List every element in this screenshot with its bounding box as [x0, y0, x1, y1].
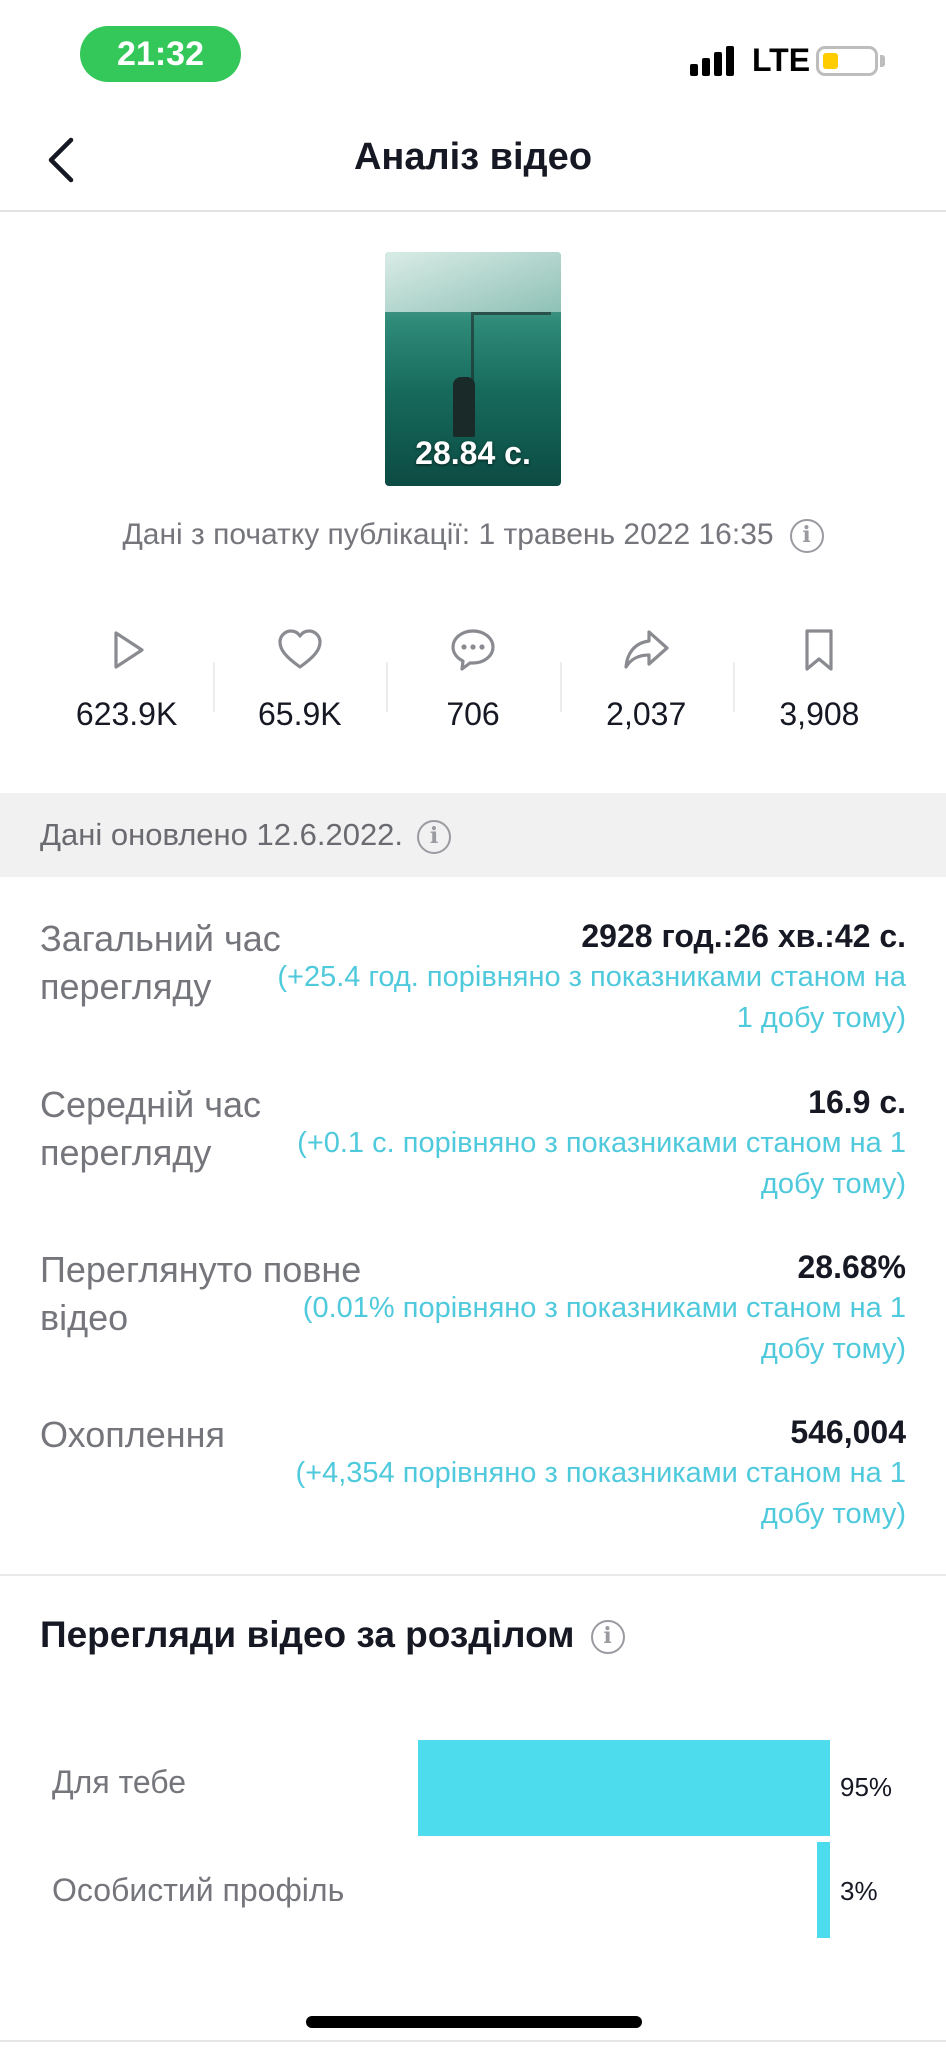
- section-title-text: Перегляди відео за розділом: [40, 1614, 575, 1655]
- bar-fill: [817, 1842, 830, 1938]
- nav-header: Аналіз відео: [0, 110, 946, 212]
- section-bar-row: Особистий профіль 3%: [40, 1842, 906, 1938]
- stat-value: 623.9K: [75, 696, 178, 732]
- comment-icon: [451, 629, 495, 671]
- section-divider: [0, 1574, 946, 1576]
- bar-label: Для тебе: [52, 1764, 187, 1800]
- section-title: Перегляди відео за розділом i: [40, 1614, 625, 1656]
- data-updated-text: Дані оновлено 12.6.2022.: [40, 817, 404, 852]
- status-bar: 21:32 LTE: [0, 0, 946, 110]
- stat-saves: 3,908: [732, 620, 906, 760]
- section-bar-row: Для тебе 95%: [40, 1740, 906, 1836]
- metric-reach: Охоплення 546,004 (+4,354 порівняно з по…: [40, 1411, 906, 1571]
- bar-track: [396, 1842, 830, 1938]
- battery-icon: [816, 46, 878, 76]
- metric-delta: (0.01% порівняно з показниками станом на…: [302, 1292, 906, 1365]
- play-icon: [113, 631, 144, 669]
- thumbnail-ceiling: [385, 252, 561, 312]
- metric-label: Охоплення: [40, 1414, 225, 1455]
- publication-date-label: Дані з початку публікації: 1 травень 202…: [122, 518, 774, 551]
- bookmark-icon: [805, 629, 834, 671]
- info-icon[interactable]: i: [417, 819, 452, 854]
- stat-comments: 706: [386, 620, 559, 760]
- stat-shares: 2,037: [559, 620, 733, 760]
- share-icon: [624, 630, 669, 669]
- metric-value: 28.68%: [797, 1249, 906, 1285]
- bar-label: Особистий профіль: [52, 1872, 345, 1908]
- stat-value: 3,908: [779, 696, 860, 732]
- metric-delta: (+25.4 год. порівняно з показниками стан…: [277, 961, 906, 1034]
- bar-track: [396, 1740, 830, 1836]
- metric-average-watch-time: Середній час перегляду 16.9 с. (+0.1 с. …: [40, 1081, 906, 1241]
- video-thumbnail[interactable]: 28.84 с.: [385, 252, 561, 486]
- network-type: LTE: [752, 42, 811, 78]
- stat-likes: 65.9K: [213, 620, 386, 760]
- cellular-signal-icon: [690, 44, 734, 76]
- stat-value: 706: [446, 696, 500, 732]
- bottom-divider: [0, 2040, 946, 2042]
- info-icon[interactable]: i: [789, 519, 824, 554]
- engagement-stats: 623.9K 65.9K 706 2,037 3,908: [40, 620, 906, 760]
- stat-value: 65.9K: [257, 696, 342, 732]
- metric-value: 16.9 с.: [808, 1084, 906, 1120]
- metric-delta: (+4,354 порівняно з показниками станом н…: [295, 1457, 906, 1530]
- page-title: Аналіз відео: [353, 136, 593, 178]
- bar-percent: 3%: [840, 1876, 878, 1906]
- data-updated-banner: Дані оновлено 12.6.2022. i: [0, 793, 946, 877]
- metric-full-video-watched: Переглянуто повне відео 28.68% (0.01% по…: [40, 1246, 906, 1406]
- stat-value: 2,037: [606, 696, 687, 732]
- publication-info: Дані з початку публікації: 1 травень 202…: [0, 518, 946, 554]
- thumbnail-staircase: [471, 312, 551, 432]
- thumbnail-figure: [453, 377, 475, 437]
- metric-delta: (+0.1 с. порівняно з показниками станом …: [297, 1127, 906, 1200]
- bar-percent: 95%: [840, 1772, 893, 1802]
- info-icon[interactable]: i: [590, 1620, 625, 1655]
- battery-cap: [880, 55, 885, 67]
- stat-views: 623.9K: [40, 620, 213, 760]
- heart-icon: [278, 629, 322, 669]
- video-duration: 28.84 с.: [415, 435, 531, 471]
- home-indicator[interactable]: [306, 2016, 642, 2028]
- bar-fill: [418, 1740, 830, 1836]
- status-time: 21:32: [80, 26, 241, 82]
- metric-total-watch-time: Загальний час перегляду 2928 год.:26 хв.…: [40, 915, 906, 1075]
- metric-value: 2928 год.:26 хв.:42 с.: [581, 918, 906, 954]
- metric-value: 546,004: [790, 1414, 906, 1450]
